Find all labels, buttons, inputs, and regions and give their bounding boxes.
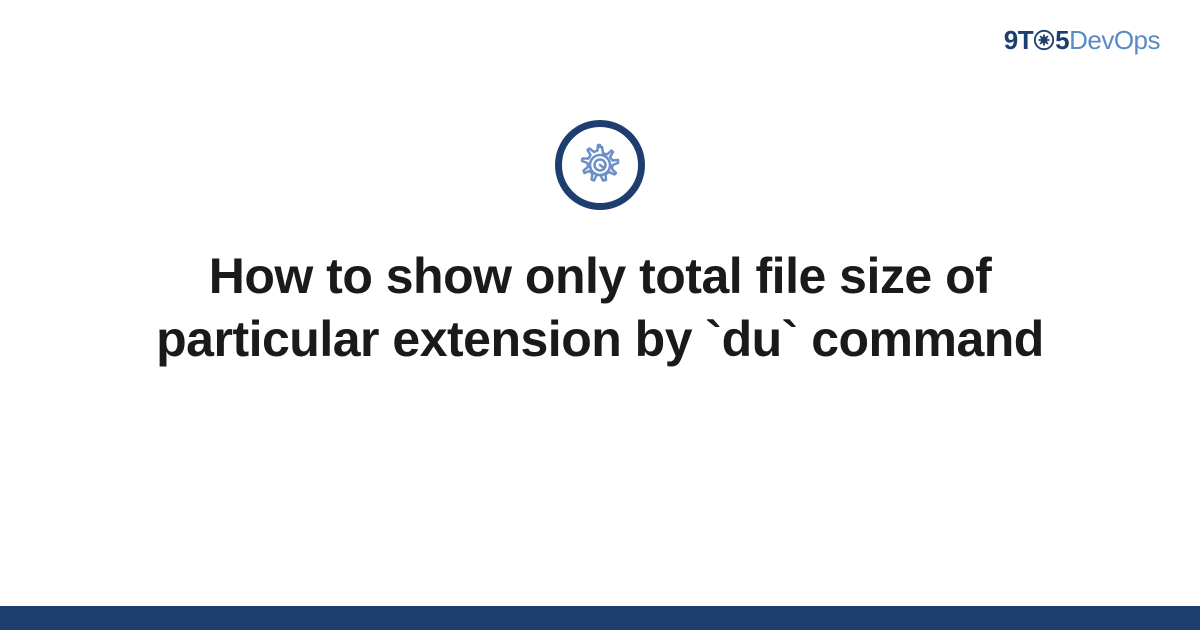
logo-gear-icon: [1033, 29, 1055, 51]
logo-text-9t: 9T: [1004, 25, 1033, 55]
page-title: How to show only total file size of part…: [90, 245, 1110, 370]
footer-bar: [0, 606, 1200, 630]
main-icon-circle: [555, 120, 645, 210]
main-content: How to show only total file size of part…: [0, 120, 1200, 370]
site-logo: 9T 5DevOps: [1004, 25, 1160, 56]
gear-icon: [575, 140, 625, 190]
logo-text-devops: DevOps: [1069, 25, 1160, 55]
logo-text-5: 5: [1055, 25, 1069, 55]
